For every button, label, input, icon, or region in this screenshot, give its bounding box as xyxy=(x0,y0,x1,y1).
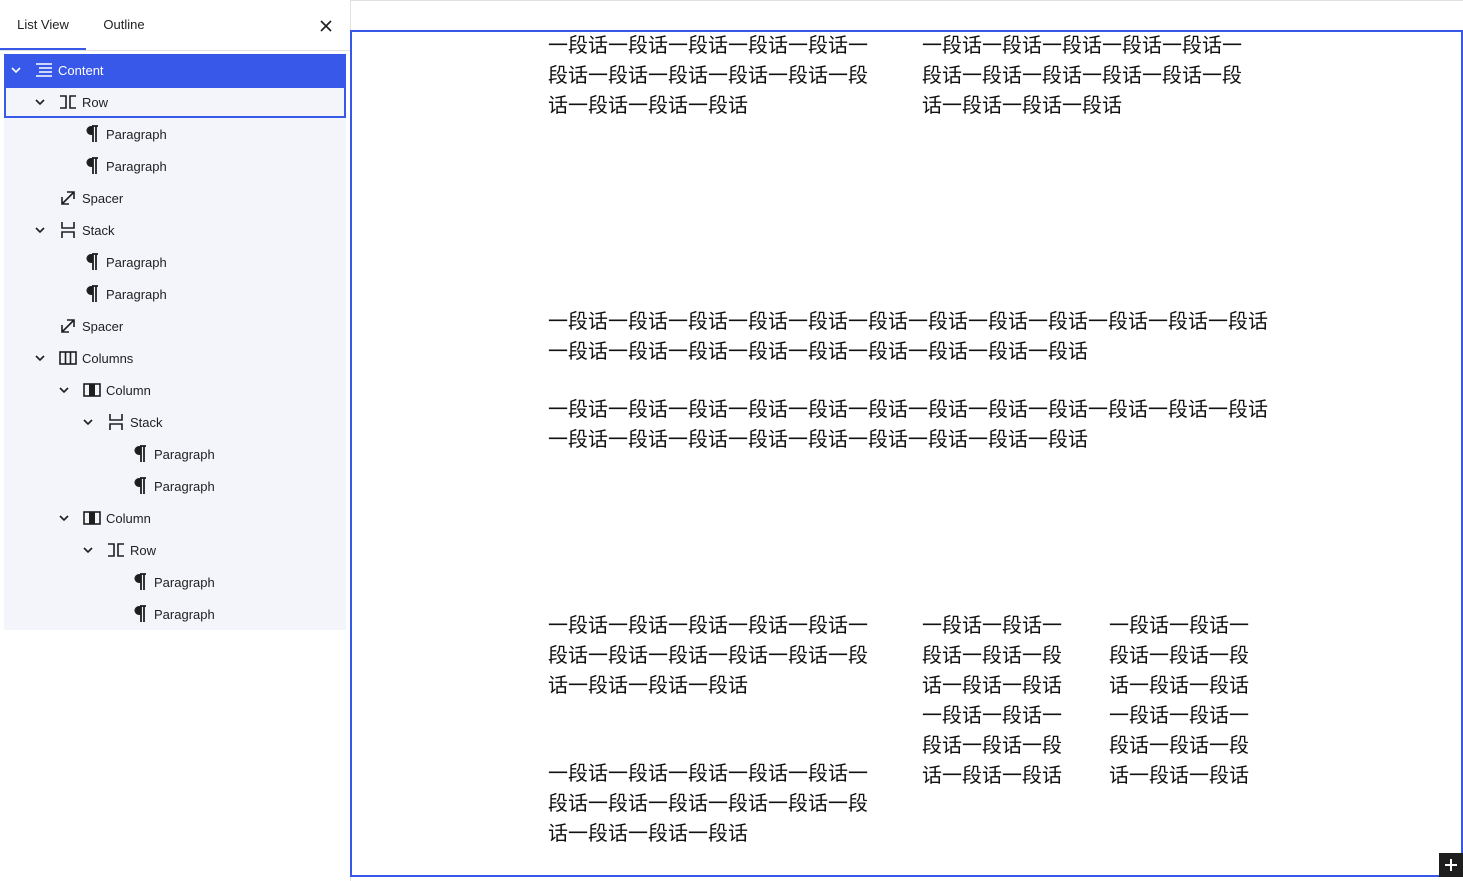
tree-item-columns[interactable]: Columns xyxy=(4,342,346,374)
tree-item-column[interactable]: Column xyxy=(4,502,346,534)
tree-item-row[interactable]: Row xyxy=(4,86,346,118)
plus-icon xyxy=(1445,859,1457,871)
tree-item-label: Paragraph xyxy=(106,286,167,302)
paragraph-block[interactable]: 一段话一段话一段话一段话一段话一段话一段话一段话一段话一段话一段话一段话一段话一… xyxy=(548,758,878,848)
columns-icon xyxy=(56,346,80,370)
paragraph-block[interactable]: 一段话一段话一段话一段话一段话一段话一段话一段话一段话一段话一段话一段话一段话一… xyxy=(548,306,1268,366)
list-view-sidebar: List View Outline Content Row Paragraph Par… xyxy=(0,0,351,881)
chevron-down-icon[interactable] xyxy=(8,62,24,78)
tree-item-label: Paragraph xyxy=(154,478,215,494)
row-icon xyxy=(104,538,128,562)
canvas-top-border xyxy=(350,0,1463,1)
paragraph-block[interactable]: 一段话一段话一段话一段话一段话一段话一段话一段话一段话一段话一段话一段话一段话一… xyxy=(922,610,1067,790)
paragraph-block[interactable]: 一段话一段话一段话一段话一段话一段话一段话一段话一段话一段话一段话一段话一段话一… xyxy=(548,32,878,120)
tree-item-content[interactable]: Content xyxy=(4,54,346,86)
paragraph-block[interactable]: 一段话一段话一段话一段话一段话一段话一段话一段话一段话一段话一段话一段话一段话一… xyxy=(1109,610,1254,790)
paragraph-icon xyxy=(128,474,152,498)
paragraph-icon xyxy=(128,442,152,466)
tab-outline[interactable]: Outline xyxy=(98,0,150,48)
chevron-down-icon[interactable] xyxy=(32,222,48,238)
chevron-down-icon[interactable] xyxy=(32,94,48,110)
tree-item-label: Spacer xyxy=(82,318,124,334)
close-button[interactable] xyxy=(314,14,338,38)
tree-item-label: Paragraph xyxy=(106,254,167,270)
row-icon xyxy=(56,90,80,114)
tree-item-label: Spacer xyxy=(82,190,124,206)
column-icon xyxy=(80,378,104,402)
tree-item-label: Paragraph xyxy=(106,158,167,174)
tree-item-label: Column xyxy=(106,382,151,398)
tree-item-paragraph[interactable]: Paragraph xyxy=(4,598,346,630)
tree-item-label: Column xyxy=(106,510,151,526)
chevron-down-icon[interactable] xyxy=(32,350,48,366)
tree-item-label: Stack xyxy=(82,222,115,238)
paragraph-block[interactable]: 一段话一段话一段话一段话一段话一段话一段话一段话一段话一段话一段话一段话一段话一… xyxy=(548,610,878,700)
tree-item-paragraph[interactable]: Paragraph xyxy=(4,278,346,310)
tree-item-label: Row xyxy=(130,542,157,558)
paragraph-icon xyxy=(128,570,152,594)
tree-item-label: Paragraph xyxy=(106,126,167,142)
tree-item-label: Paragraph xyxy=(154,606,215,622)
tree-item-stack[interactable]: Stack xyxy=(4,214,346,246)
chevron-down-icon[interactable] xyxy=(80,542,96,558)
spacer-icon xyxy=(56,186,80,210)
paragraph-icon xyxy=(80,122,104,146)
spacer-icon xyxy=(56,314,80,338)
content-icon xyxy=(32,58,56,82)
stack-icon xyxy=(104,410,128,434)
editor-canvas[interactable]: 一段话一段话一段话一段话一段话一段话一段话一段话一段话一段话一段话一段话一段话一… xyxy=(350,30,1463,877)
tree-item-label: Paragraph xyxy=(154,574,215,590)
paragraph-icon xyxy=(80,250,104,274)
tree-item-row[interactable]: Row xyxy=(4,534,346,566)
paragraph-block[interactable]: 一段话一段话一段话一段话一段话一段话一段话一段话一段话一段话一段话一段话一段话一… xyxy=(922,32,1252,120)
tree-item-paragraph[interactable]: Paragraph xyxy=(4,246,346,278)
block-tree: Content Row Paragraph Paragraph Spacer Stack P… xyxy=(4,54,346,630)
column-icon xyxy=(80,506,104,530)
tree-item-paragraph[interactable]: Paragraph xyxy=(4,150,346,182)
tree-item-stack[interactable]: Stack xyxy=(4,406,346,438)
close-icon xyxy=(320,20,332,32)
tree-item-label: Stack xyxy=(130,414,163,430)
tree-item-label: Columns xyxy=(82,350,134,366)
tree-item-label: Row xyxy=(82,94,109,110)
tree-item-spacer[interactable]: Spacer xyxy=(4,182,346,214)
paragraph-icon xyxy=(80,154,104,178)
tab-list-view[interactable]: List View xyxy=(0,0,86,50)
paragraph-block[interactable]: 一段话一段话一段话一段话一段话一段话一段话一段话一段话一段话一段话一段话一段话一… xyxy=(548,394,1268,454)
stack-icon xyxy=(56,218,80,242)
chevron-down-icon[interactable] xyxy=(56,382,72,398)
sidebar-tabs: List View Outline xyxy=(0,0,350,51)
tree-item-paragraph[interactable]: Paragraph xyxy=(4,118,346,150)
chevron-down-icon[interactable] xyxy=(80,414,96,430)
tree-item-column[interactable]: Column xyxy=(4,374,346,406)
tree-item-paragraph[interactable]: Paragraph xyxy=(4,566,346,598)
chevron-down-icon[interactable] xyxy=(56,510,72,526)
tree-item-paragraph[interactable]: Paragraph xyxy=(4,470,346,502)
tree-item-label: Paragraph xyxy=(154,446,215,462)
paragraph-icon xyxy=(128,602,152,626)
tree-item-spacer[interactable]: Spacer xyxy=(4,310,346,342)
tree-item-label: Content xyxy=(58,62,104,78)
paragraph-icon xyxy=(80,282,104,306)
add-block-button[interactable] xyxy=(1439,853,1463,877)
tree-item-paragraph[interactable]: Paragraph xyxy=(4,438,346,470)
